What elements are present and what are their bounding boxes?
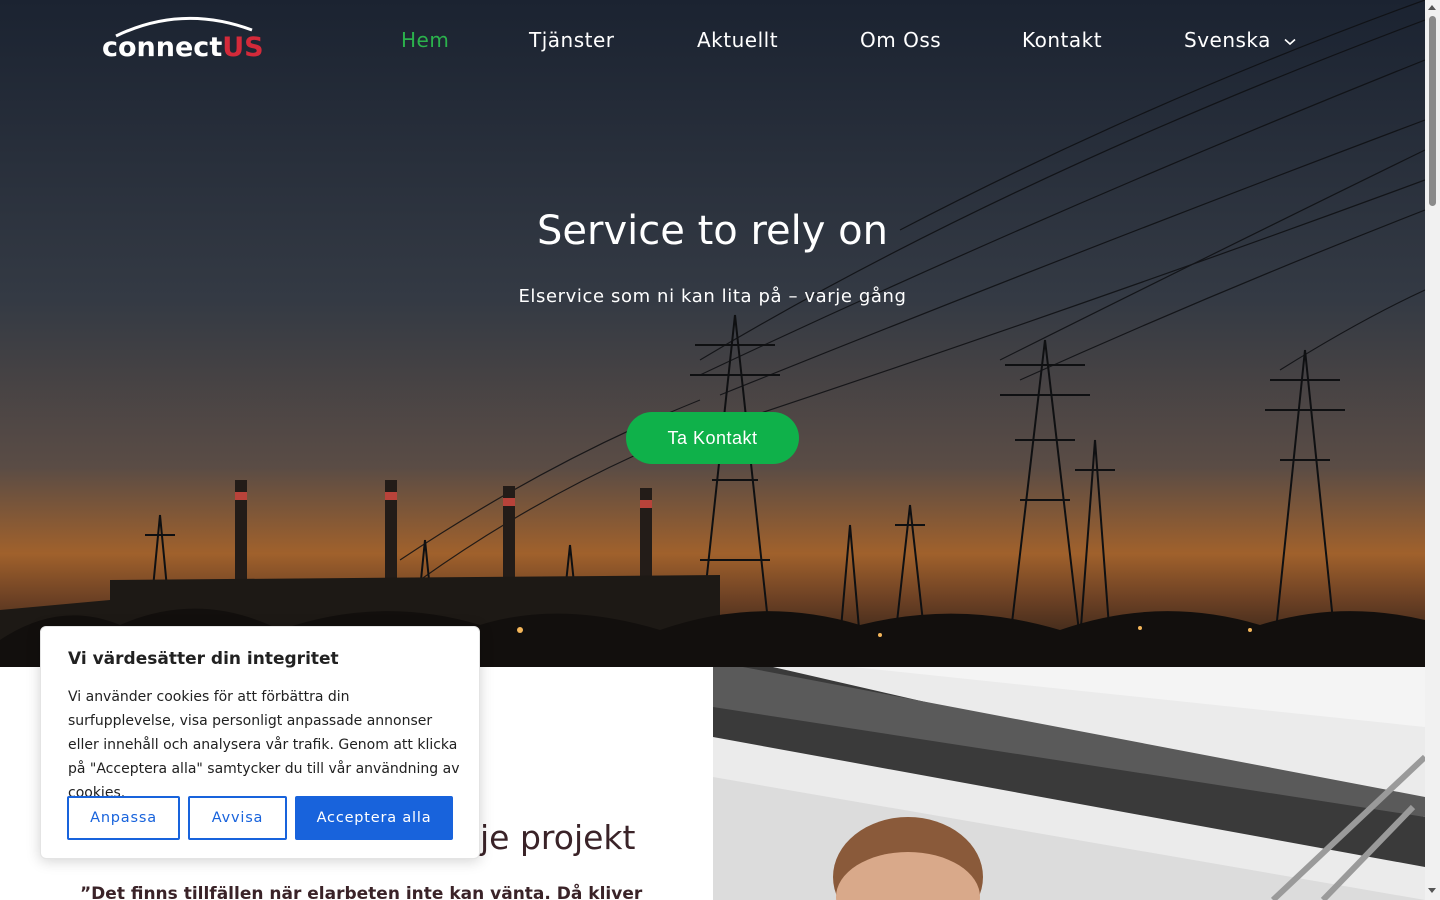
cookie-title: Vi värdesätter din integritet xyxy=(68,649,339,669)
contact-cta-button[interactable]: Ta Kontakt xyxy=(626,412,799,464)
nav-item-hem[interactable]: Hem xyxy=(401,28,449,52)
cookie-reject-button[interactable]: Avvisa xyxy=(188,796,287,840)
cookie-body-text: Vi använder cookies för att förbättra di… xyxy=(68,689,460,801)
language-label: Svenska xyxy=(1184,28,1271,52)
nav-item-om-oss[interactable]: Om Oss xyxy=(860,28,941,52)
nav-item-aktuellt[interactable]: Aktuellt xyxy=(697,28,778,52)
cookie-customize-button[interactable]: Anpassa xyxy=(67,796,180,840)
scroll-up-icon[interactable] xyxy=(1428,5,1436,10)
hero-section: connectUS Hem Tjänster Aktuellt Om Oss K… xyxy=(0,0,1425,667)
chevron-down-icon xyxy=(1284,38,1296,45)
section-quote: ”Det finns tillfällen när elarbeten inte… xyxy=(80,884,643,900)
scroll-down-icon[interactable] xyxy=(1428,888,1436,893)
page-scrollbar[interactable] xyxy=(1425,0,1440,900)
nav-item-tjanster[interactable]: Tjänster xyxy=(529,28,615,52)
cookie-consent-banner: Vi värdesätter din integritet Vi använde… xyxy=(40,626,480,859)
electrician-photo xyxy=(713,667,1425,900)
cookie-accept-all-button[interactable]: Acceptera alla xyxy=(295,796,453,840)
hero-background-image xyxy=(0,0,1425,667)
hero-subtitle: Elservice som ni kan lita på – varje gån… xyxy=(518,286,907,307)
electrician-image xyxy=(713,667,1425,900)
main-nav: Hem Tjänster Aktuellt Om Oss Kontakt Sve… xyxy=(0,28,1425,54)
nav-item-kontakt[interactable]: Kontakt xyxy=(1022,28,1102,52)
section-heading: je projekt xyxy=(480,818,636,857)
hero-title: Service to rely on xyxy=(537,208,888,254)
scrollbar-thumb[interactable] xyxy=(1429,16,1436,206)
language-selector[interactable]: Svenska xyxy=(1184,28,1296,52)
